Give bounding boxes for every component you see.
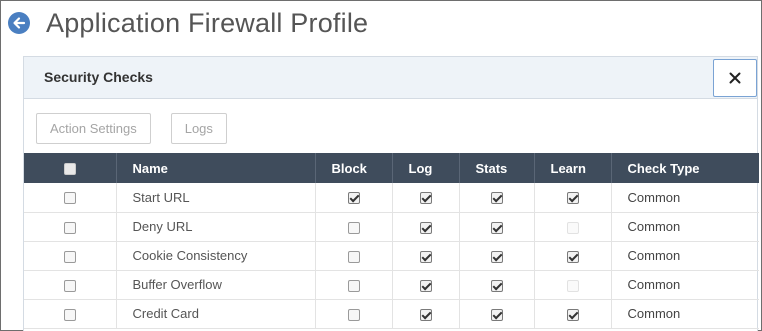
- check-type: Common: [627, 219, 681, 234]
- block-cell: [315, 241, 393, 270]
- log-checkbox[interactable]: [419, 279, 432, 292]
- table-row[interactable]: Start URL Common: [24, 183, 759, 212]
- learn-cell: [534, 183, 612, 212]
- log-cell: [392, 212, 460, 241]
- stats-checkbox[interactable]: [490, 279, 503, 292]
- stats-cell: [459, 270, 535, 299]
- close-icon: [729, 72, 741, 84]
- block-cell: [315, 299, 393, 328]
- stats-checkbox[interactable]: [490, 308, 503, 321]
- check-name: Deny URL: [116, 212, 316, 241]
- column-header-block[interactable]: Block: [315, 153, 393, 183]
- block-checkbox[interactable]: [347, 279, 360, 292]
- check-name: Credit Card: [116, 299, 316, 328]
- learn-checkbox[interactable]: [566, 250, 579, 263]
- page-title: Application Firewall Profile: [46, 7, 369, 38]
- table-row[interactable]: Credit Card Common: [24, 299, 759, 328]
- logs-button[interactable]: Logs: [170, 113, 227, 144]
- security-checks-table: Name Block Log Stats Learn Check Type St…: [24, 153, 759, 329]
- select-all-checkbox[interactable]: [63, 163, 76, 176]
- table-row[interactable]: Deny URL Common: [24, 212, 759, 241]
- row-select-cell: [24, 241, 117, 270]
- security-checks-panel: Security Checks Action Settings Logs Nam…: [23, 56, 759, 331]
- row-select-checkbox[interactable]: [63, 221, 76, 234]
- table-header-row: Name Block Log Stats Learn Check Type: [24, 153, 759, 183]
- row-select-cell: [24, 299, 117, 328]
- row-select-cell: [24, 183, 117, 212]
- block-cell: [315, 270, 393, 299]
- stats-cell: [459, 183, 535, 212]
- panel-title: Security Checks: [44, 69, 153, 85]
- log-checkbox[interactable]: [419, 308, 432, 321]
- row-select-checkbox[interactable]: [63, 308, 76, 321]
- block-checkbox[interactable]: [347, 192, 360, 205]
- row-select-checkbox[interactable]: [63, 250, 76, 263]
- log-checkbox[interactable]: [419, 221, 432, 234]
- check-name: Buffer Overflow: [116, 270, 316, 299]
- panel-header: Security Checks: [24, 57, 757, 99]
- column-header-stats[interactable]: Stats: [459, 153, 535, 183]
- row-select-checkbox[interactable]: [63, 192, 76, 205]
- check-name: Cookie Consistency: [116, 241, 316, 270]
- row-select-cell: [24, 212, 117, 241]
- log-cell: [392, 241, 460, 270]
- close-button[interactable]: [713, 59, 757, 97]
- stats-checkbox[interactable]: [490, 221, 503, 234]
- row-select-cell: [24, 270, 117, 299]
- column-header-log[interactable]: Log: [392, 153, 460, 183]
- learn-cell: [534, 212, 612, 241]
- block-checkbox[interactable]: [347, 250, 360, 263]
- block-checkbox[interactable]: [347, 308, 360, 321]
- learn-checkbox[interactable]: [566, 192, 579, 205]
- stats-cell: [459, 299, 535, 328]
- learn-cell: [534, 270, 612, 299]
- back-button[interactable]: [8, 12, 30, 34]
- check-type: Common: [627, 306, 681, 321]
- block-checkbox[interactable]: [347, 221, 360, 234]
- learn-cell: [534, 241, 612, 270]
- column-header-learn[interactable]: Learn: [534, 153, 612, 183]
- row-select-checkbox[interactable]: [63, 279, 76, 292]
- stats-cell: [459, 241, 535, 270]
- block-cell: [315, 212, 393, 241]
- log-checkbox[interactable]: [419, 250, 432, 263]
- toolbar: Action Settings Logs: [36, 113, 227, 144]
- stats-checkbox[interactable]: [490, 250, 503, 263]
- log-cell: [392, 183, 460, 212]
- log-cell: [392, 270, 460, 299]
- select-all-header: [24, 153, 117, 183]
- log-cell: [392, 299, 460, 328]
- check-type: Common: [627, 248, 681, 263]
- learn-checkbox: [566, 279, 579, 292]
- check-type: Common: [627, 277, 681, 292]
- learn-checkbox: [566, 221, 579, 234]
- column-header-name[interactable]: Name: [116, 153, 316, 183]
- column-header-check-type[interactable]: Check Type: [611, 153, 759, 183]
- stats-cell: [459, 212, 535, 241]
- log-checkbox[interactable]: [419, 192, 432, 205]
- table-row[interactable]: Cookie Consistency Common: [24, 241, 759, 270]
- page-header: Application Firewall Profile: [8, 5, 368, 41]
- block-cell: [315, 183, 393, 212]
- check-name: Start URL: [116, 183, 316, 212]
- back-arrow-icon: [13, 17, 26, 29]
- learn-checkbox[interactable]: [566, 308, 579, 321]
- check-type: Common: [627, 189, 681, 205]
- action-settings-button[interactable]: Action Settings: [36, 113, 151, 144]
- table-row[interactable]: Buffer Overflow Common: [24, 270, 759, 299]
- learn-cell: [534, 299, 612, 328]
- stats-checkbox[interactable]: [490, 192, 503, 205]
